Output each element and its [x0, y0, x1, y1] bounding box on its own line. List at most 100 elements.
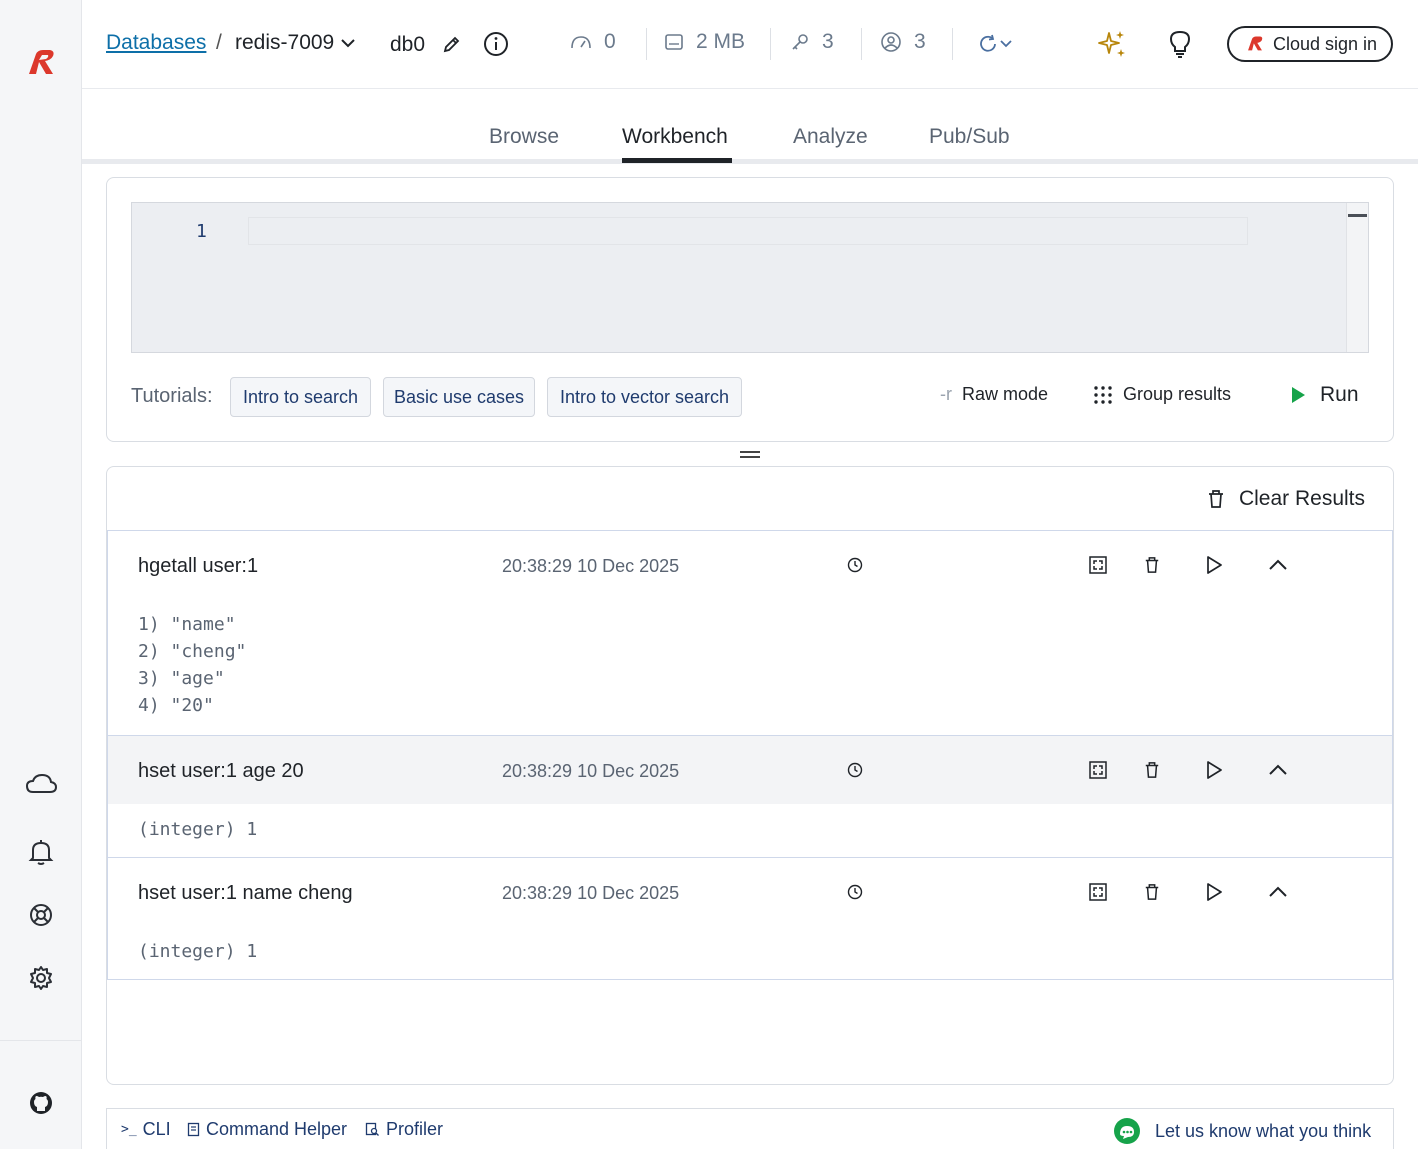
feedback-label: Let us know what you think	[1155, 1120, 1372, 1141]
cli-label: CLI	[142, 1119, 171, 1139]
fullscreen-icon[interactable]	[1084, 756, 1112, 784]
editor-scrollbar[interactable]	[1346, 203, 1368, 352]
line-number: 1	[196, 221, 207, 242]
profiler-button[interactable]: Profiler	[365, 1119, 443, 1140]
output-line: 4) "20"	[138, 695, 214, 716]
tab-workbench[interactable]: Workbench	[622, 125, 728, 149]
tutorial-intro-to-search-button[interactable]: Intro to search	[230, 377, 371, 417]
feedback-link[interactable]: Let us know what you think	[1113, 1117, 1371, 1145]
redis-logo-icon[interactable]	[22, 44, 60, 82]
profiler-search-icon	[365, 1122, 379, 1136]
scrollbar-thumb[interactable]	[1348, 214, 1367, 217]
speedometer-icon	[571, 36, 591, 49]
settings-gear-icon[interactable]	[22, 959, 60, 997]
info-icon[interactable]	[480, 28, 512, 60]
collapse-chevron-up-icon[interactable]	[1264, 551, 1292, 579]
play-icon	[1292, 387, 1305, 403]
ai-sparkle-icon[interactable]	[1096, 28, 1128, 60]
collapse-chevron-up-icon[interactable]	[1264, 878, 1292, 906]
stat-ops: 0	[570, 30, 616, 54]
clear-results-button[interactable]: Clear Results	[1207, 487, 1365, 511]
auto-refresh-control[interactable]	[970, 28, 1020, 60]
raw-mode-label: Raw mode	[962, 384, 1049, 404]
result-timestamp: 20:38:29 10 Dec 2025	[502, 761, 680, 781]
rerun-play-icon[interactable]	[1200, 551, 1228, 579]
trash-icon[interactable]	[1138, 756, 1166, 784]
main-tabs: Browse Workbench Analyze Pub/Sub	[82, 89, 1418, 164]
stat-divider	[952, 28, 953, 60]
tutorials-label: Tutorials:	[131, 385, 213, 407]
collapse-chevron-up-icon[interactable]	[1264, 756, 1292, 784]
help-lifebuoy-icon[interactable]	[22, 896, 60, 934]
output-line: (integer) 1	[138, 941, 258, 962]
stat-divider	[861, 28, 862, 60]
database-selector[interactable]: redis-7009	[235, 31, 356, 55]
bell-icon[interactable]	[22, 833, 60, 871]
execution-time-clock-icon[interactable]	[841, 756, 869, 784]
tutorial-intro-to-vector-search-button[interactable]: Intro to vector search	[547, 377, 742, 417]
execution-time-clock-icon[interactable]	[841, 878, 869, 906]
clients-value: 3	[914, 30, 926, 53]
trash-icon[interactable]	[1138, 878, 1166, 906]
grid-dots-icon	[1094, 385, 1112, 404]
rerun-play-icon[interactable]	[1200, 756, 1228, 784]
stat-divider	[770, 28, 771, 60]
raw-mode-toggle[interactable]: -r Raw mode	[940, 384, 1048, 405]
stat-divider	[646, 28, 647, 60]
fullscreen-icon[interactable]	[1084, 551, 1112, 579]
tab-pubsub[interactable]: Pub/Sub	[929, 125, 1010, 149]
command-helper-button[interactable]: Command Helper	[187, 1119, 347, 1140]
result-command: hgetall user:1	[138, 555, 259, 577]
result-header[interactable]: hset user:1 age 20 20:38:29 10 Dec 2025	[108, 736, 1392, 804]
feedback-bubble-icon	[1114, 1118, 1140, 1144]
cloud-icon[interactable]	[22, 765, 60, 803]
document-icon	[187, 1122, 200, 1137]
result-command: hset user:1 age 20	[138, 760, 304, 782]
memory-chip-icon	[665, 34, 683, 50]
edit-pencil-icon[interactable]	[436, 28, 468, 60]
output-line: 1) "name"	[138, 614, 236, 635]
result-output: (integer) 1	[108, 804, 1392, 843]
cloud-signin-button[interactable]: Cloud sign in	[1227, 26, 1393, 62]
result-output: 1) "name" 2) "cheng" 3) "age" 4) "20"	[108, 599, 1392, 719]
rerun-play-icon[interactable]	[1200, 878, 1228, 906]
panel-resize-handle[interactable]	[740, 451, 760, 458]
result-card: hset user:1 name cheng 20:38:29 10 Dec 2…	[107, 857, 1393, 980]
command-helper-label: Command Helper	[206, 1119, 348, 1139]
group-results-toggle[interactable]: Group results	[1093, 384, 1231, 405]
stat-keys: 3	[790, 30, 834, 54]
result-header[interactable]: hgetall user:1 20:38:29 10 Dec 2025	[108, 531, 1392, 599]
execution-time-clock-icon[interactable]	[841, 551, 869, 579]
profiler-label: Profiler	[386, 1119, 444, 1139]
results-panel: Clear Results hgetall user:1 20:38:29 10…	[106, 466, 1394, 1085]
trash-icon	[1208, 490, 1223, 508]
chevron-down-icon	[1000, 40, 1012, 48]
query-editor[interactable]: 1	[131, 202, 1369, 353]
keys-value: 3	[822, 30, 834, 53]
tutorial-basic-use-cases-button[interactable]: Basic use cases	[383, 377, 535, 417]
breadcrumb-databases-link[interactable]: Databases	[106, 31, 206, 55]
trash-icon[interactable]	[1138, 551, 1166, 579]
lightbulb-icon[interactable]	[1164, 28, 1196, 60]
refresh-icon	[980, 34, 996, 52]
result-timestamp: 20:38:29 10 Dec 2025	[502, 556, 680, 576]
key-icon	[792, 34, 808, 50]
db-index-label: db0	[390, 33, 426, 56]
ops-value: 0	[604, 30, 616, 53]
fullscreen-icon[interactable]	[1084, 878, 1112, 906]
cloud-signin-label: Cloud sign in	[1272, 33, 1378, 54]
tab-analyze[interactable]: Analyze	[793, 125, 868, 149]
bottom-bar: >_ CLI Command Helper Profiler Let us kn…	[106, 1108, 1394, 1149]
editor-current-line[interactable]	[248, 217, 1248, 245]
cli-button[interactable]: >_ CLI	[121, 1119, 171, 1140]
result-output: (integer) 1	[108, 926, 1392, 965]
raw-mode-icon: -r	[940, 384, 952, 404]
github-icon[interactable]	[22, 1084, 60, 1122]
tab-browse[interactable]: Browse	[489, 125, 559, 149]
sidebar-divider	[0, 1040, 82, 1041]
left-sidebar	[0, 0, 82, 1149]
result-header[interactable]: hset user:1 name cheng 20:38:29 10 Dec 2…	[108, 858, 1392, 926]
group-results-label: Group results	[1123, 384, 1232, 404]
run-button[interactable]: Run	[1290, 383, 1359, 407]
active-tab-indicator	[622, 158, 732, 163]
